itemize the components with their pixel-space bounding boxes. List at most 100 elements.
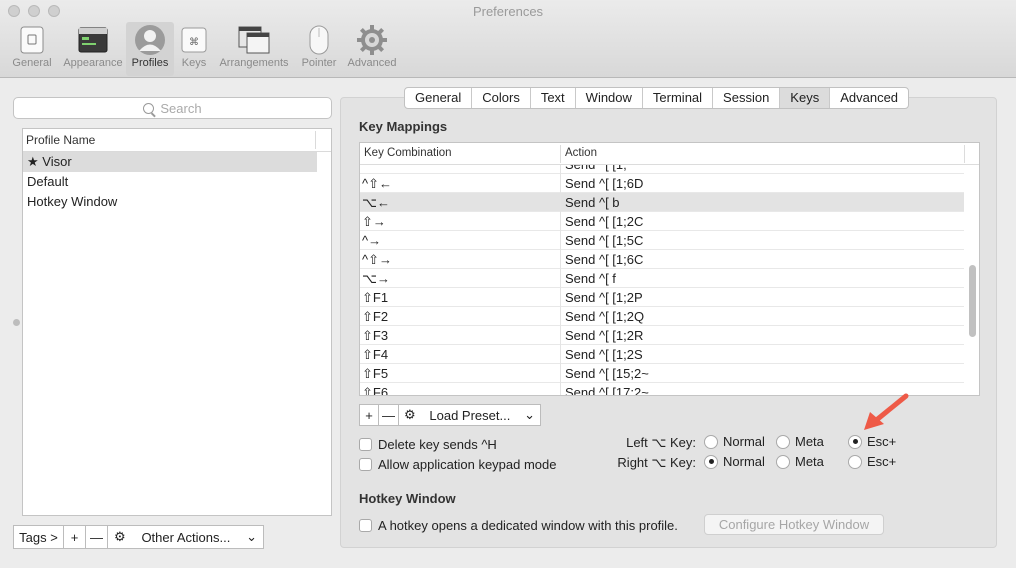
toolbar-profiles[interactable]: Profiles — [126, 22, 174, 76]
table-row[interactable]: ⇧F4 Send ^[ [1;2S — [360, 345, 964, 364]
tab-text[interactable]: Text — [531, 88, 576, 108]
advanced-gear-icon — [355, 24, 389, 56]
search-icon — [143, 102, 155, 114]
configure-hotkey-window-button[interactable]: Configure Hotkey Window — [704, 514, 884, 535]
tags-button[interactable]: Tags > — [13, 525, 64, 549]
hotkey-dedicated-window-checkbox[interactable]: A hotkey opens a dedicated window with t… — [359, 518, 678, 533]
action-cell: Send ^[ [1;5C — [565, 233, 644, 248]
left-option-normal-radio[interactable]: Normal — [704, 434, 765, 449]
action-cell: Send ^[ [1;2R — [565, 328, 644, 343]
general-icon — [15, 24, 49, 56]
radio-dot[interactable] — [848, 454, 862, 469]
title-bar: Preferences General Appearance Profiles … — [0, 0, 1016, 78]
left-option-meta-radio[interactable]: Meta — [776, 434, 824, 449]
radio-dot[interactable] — [704, 434, 718, 449]
table-row[interactable]: ⇧F2 Send ^[ [1;2Q — [360, 307, 964, 326]
action-cell: Send ^[ [1;2S — [565, 347, 643, 362]
delete-sends-ctrl-h-checkbox[interactable]: Delete key sends ^H — [359, 437, 497, 452]
key-combination-cell: ⇧→ — [362, 214, 386, 229]
table-row[interactable]: ⇧F3 Send ^[ [1;2R — [360, 326, 964, 345]
right-option-esc-radio[interactable]: Esc+ — [848, 454, 896, 469]
action-cell: Send ^[ [1;6D — [565, 176, 644, 191]
remove-mapping-button[interactable]: — — [379, 404, 399, 426]
search-placeholder: Search — [160, 100, 202, 116]
chevron-down-icon: ⌄ — [524, 407, 535, 422]
tab-window[interactable]: Window — [576, 88, 643, 108]
tab-session[interactable]: Session — [713, 88, 781, 108]
key-combination-cell: ⇧F6 — [362, 385, 389, 396]
profile-search-input[interactable]: Search — [13, 97, 332, 119]
other-actions-label: Other Actions... — [141, 529, 231, 545]
action-column-header[interactable]: Action — [565, 147, 597, 159]
load-preset-dropdown[interactable]: ⚙ Load Preset... ⌄ — [399, 404, 541, 426]
profile-name-column-header[interactable]: Profile Name — [23, 129, 331, 152]
table-row[interactable]: ⇧F5 Send ^[ [15;2~ — [360, 364, 964, 383]
right-option-normal-radio[interactable]: Normal — [704, 454, 765, 469]
toolbar-general[interactable]: General — [4, 22, 60, 76]
add-profile-button[interactable]: + — [64, 525, 86, 549]
tab-general[interactable]: General — [405, 88, 473, 108]
key-mappings-scrollbar[interactable] — [969, 265, 976, 337]
checkbox-box[interactable] — [359, 519, 372, 532]
table-row[interactable]: ⌥← Send ^[ b — [360, 193, 964, 212]
toolbar-keys[interactable]: ⌘ Keys — [175, 22, 213, 76]
right-option-key-label: Right ⌥ Key: — [617, 455, 696, 470]
action-cell: Send ^[ [15;2~ — [565, 366, 649, 381]
table-row[interactable]: ⇧F1 Send ^[ [1;2P — [360, 288, 964, 307]
table-row[interactable]: ⌥→ Send ^[ f — [360, 269, 964, 288]
left-option-esc-radio[interactable]: Esc+ — [848, 434, 896, 449]
remove-profile-button[interactable]: — — [86, 525, 108, 549]
key-combination-cell: ⇧F3 — [362, 328, 389, 343]
key-combination-cell: ⇧F1 — [362, 290, 389, 305]
key-combination-cell: ⇧F5 — [362, 366, 389, 381]
toolbar-advanced[interactable]: Advanced — [344, 22, 400, 76]
key-combination-cell: ⇧F2 — [362, 309, 389, 324]
key-mappings-rows: Send ^[ [1; ^⇧←Send ^[ [1;6D⌥←Send ^[ b⇧… — [360, 155, 964, 396]
action-cell: Send ^[ [1;2Q — [565, 309, 645, 324]
key-mappings-header: Key Combination Action — [360, 143, 979, 165]
table-row[interactable]: ⇧→ Send ^[ [1;2C — [360, 212, 964, 231]
left-option-key-label: Left ⌥ Key: — [626, 435, 696, 450]
action-cell: Send ^[ [1;6C — [565, 252, 644, 267]
key-mappings-table: Send ^[ [1; ^⇧←Send ^[ [1;6D⌥←Send ^[ b⇧… — [359, 142, 980, 396]
load-preset-label: Load Preset... — [429, 407, 511, 423]
key-combination-column-header[interactable]: Key Combination — [364, 147, 452, 159]
radio-dot[interactable] — [776, 454, 790, 469]
annotation-arrow-icon — [864, 393, 909, 430]
hotkey-window-title: Hotkey Window — [359, 491, 456, 506]
toolbar-pointer[interactable]: Pointer — [295, 22, 343, 76]
toolbar-appearance[interactable]: Appearance — [61, 22, 125, 76]
action-cell: Send ^[ [1;2P — [565, 290, 643, 305]
add-mapping-button[interactable]: + — [359, 404, 379, 426]
toolbar-arrangements[interactable]: Arrangements — [214, 22, 294, 76]
profile-actions-bar: Tags > + — ⚙ Other Actions... ⌄ — [13, 525, 264, 549]
radio-dot[interactable] — [776, 434, 790, 449]
appearance-icon — [76, 24, 110, 56]
split-view-handle[interactable] — [13, 319, 20, 326]
radio-dot-selected[interactable] — [704, 454, 718, 469]
window-title: Preferences — [472, 4, 544, 19]
table-row[interactable]: ^⇧→ Send ^[ [1;6C — [360, 250, 964, 269]
table-row[interactable]: ^⇧← Send ^[ [1;6D — [360, 174, 964, 193]
delete-sends-label: Delete key sends ^H — [378, 437, 497, 452]
profile-item-visor[interactable]: ★ Visor — [23, 152, 317, 172]
checkbox-box[interactable] — [359, 458, 372, 471]
table-row[interactable]: ^→ Send ^[ [1;5C — [360, 231, 964, 250]
other-actions-dropdown[interactable]: ⚙ Other Actions... ⌄ — [108, 525, 264, 549]
radio-dot-selected[interactable] — [848, 434, 862, 449]
tab-keys[interactable]: Keys — [780, 88, 831, 108]
action-cell: Send ^[ [17;2~ — [565, 385, 649, 396]
action-cell: Send ^[ b — [565, 195, 620, 210]
tab-colors[interactable]: Colors — [472, 88, 531, 108]
right-option-meta-radio[interactable]: Meta — [776, 454, 824, 469]
pointer-icon — [302, 24, 336, 56]
tab-terminal[interactable]: Terminal — [643, 88, 714, 108]
gear-icon: ⚙ — [404, 407, 416, 423]
profile-item-hotkey-window[interactable]: Hotkey Window — [23, 192, 331, 212]
profile-item-default[interactable]: Default — [23, 172, 331, 192]
application-keypad-checkbox[interactable]: Allow application keypad mode — [359, 457, 557, 472]
key-combination-cell: ⌥→ — [362, 271, 390, 286]
checkbox-box[interactable] — [359, 438, 372, 451]
tab-advanced[interactable]: Advanced — [830, 88, 908, 108]
preferences-toolbar: General Appearance Profiles ⌘ Keys Arran… — [4, 22, 401, 76]
